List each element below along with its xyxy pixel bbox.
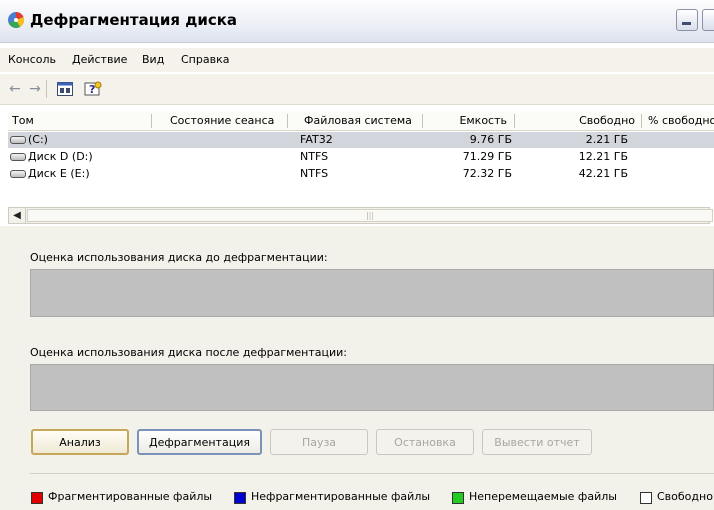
legend-label-free: Свободно [657, 490, 713, 503]
column-header-volume[interactable]: Том [8, 114, 148, 127]
volume-list: Том Состояние сеанса Файловая система Ем… [8, 112, 714, 200]
toolbar-separator [46, 80, 47, 98]
maximize-button[interactable] [702, 9, 714, 31]
legend-swatch-fragmented [31, 492, 43, 504]
volume-row-d[interactable]: Диск D (D:) NTFS 71.29 ГБ 12.21 ГБ [8, 149, 714, 165]
column-header-state[interactable]: Состояние сеанса [166, 114, 296, 127]
usage-before-label: Оценка использования диска до дефрагмент… [30, 251, 328, 264]
volume-capacity: 72.32 ГБ [462, 167, 512, 180]
volume-capacity: 71.29 ГБ [462, 150, 512, 163]
volume-filesystem: NTFS [300, 150, 329, 163]
title-bar: Дефрагментация диска [0, 0, 714, 43]
volume-filesystem: NTFS [300, 167, 329, 180]
legend-swatch-contiguous [234, 492, 246, 504]
column-divider[interactable] [514, 114, 515, 128]
defrag-app-icon [8, 11, 25, 28]
arrow-right-icon[interactable]: → [26, 81, 44, 97]
menu-view[interactable]: Вид [142, 53, 164, 66]
svg-text:?: ? [89, 83, 95, 96]
column-header-filesystem[interactable]: Файловая система [300, 114, 430, 127]
column-headers: Том Состояние сеанса Файловая система Ем… [8, 112, 714, 131]
menu-help[interactable]: Справка [181, 53, 229, 66]
scroll-left-icon[interactable]: ◀ [9, 208, 26, 223]
legend-label-unmovable: Неперемещаемые файлы [469, 490, 617, 503]
usage-before-bar [30, 269, 714, 317]
window-title: Дефрагментация диска [30, 11, 238, 29]
column-header-capacity[interactable]: Емкость [427, 114, 511, 127]
volume-name: Диск E (E:) [28, 167, 90, 180]
legend-swatch-free [640, 492, 652, 504]
volume-capacity: 9.76 ГБ [469, 133, 512, 146]
column-divider[interactable] [287, 114, 288, 128]
volume-free: 12.21 ГБ [578, 150, 628, 163]
drive-icon [10, 153, 26, 161]
menu-console[interactable]: Консоль [8, 53, 56, 66]
defragment-button[interactable]: Дефрагментация [137, 429, 262, 455]
horizontal-scrollbar[interactable]: ◀ ||| [8, 207, 713, 224]
scrollbar-thumb[interactable]: ||| [27, 209, 713, 222]
volume-name: Диск D (D:) [28, 150, 93, 163]
divider [30, 473, 714, 474]
volume-filesystem: FAT32 [300, 133, 333, 146]
legend-label-contiguous: Нефрагментированные файлы [251, 490, 431, 503]
volume-free: 2.21 ГБ [585, 133, 628, 146]
column-header-free[interactable]: Свободно [517, 114, 639, 127]
volume-row-e[interactable]: Диск E (E:) NTFS 72.32 ГБ 42.21 ГБ [8, 166, 714, 182]
volume-row-c[interactable]: (C:) FAT32 9.76 ГБ 2.21 ГБ [8, 132, 714, 148]
toolbar: ← → ? [0, 74, 714, 105]
pause-button[interactable]: Пауза [270, 429, 368, 455]
menu-action[interactable]: Действие [72, 53, 127, 66]
volume-free: 42.21 ГБ [578, 167, 628, 180]
drive-icon [10, 136, 26, 144]
column-header-free-percent[interactable]: % свободно [644, 114, 714, 127]
minimize-button[interactable] [676, 9, 698, 31]
volume-name: (C:) [28, 133, 48, 146]
legend-swatch-unmovable [452, 492, 464, 504]
stop-button[interactable]: Остановка [376, 429, 474, 455]
menu-bar: Консоль Действие Вид Справка [0, 48, 714, 72]
column-divider[interactable] [641, 114, 642, 128]
help-icon[interactable]: ? [84, 81, 102, 97]
column-divider[interactable] [151, 114, 152, 128]
report-button[interactable]: Вывести отчет [482, 429, 592, 455]
legend-label-fragmented: Фрагментированные файлы [48, 490, 213, 503]
column-divider[interactable] [422, 114, 423, 128]
usage-after-label: Оценка использования диска после дефрагм… [30, 346, 348, 359]
drive-icon [10, 170, 26, 178]
properties-icon[interactable] [56, 81, 74, 97]
usage-after-bar [30, 364, 714, 411]
arrow-left-icon[interactable]: ← [6, 81, 24, 97]
analyze-button[interactable]: Анализ [31, 429, 129, 455]
